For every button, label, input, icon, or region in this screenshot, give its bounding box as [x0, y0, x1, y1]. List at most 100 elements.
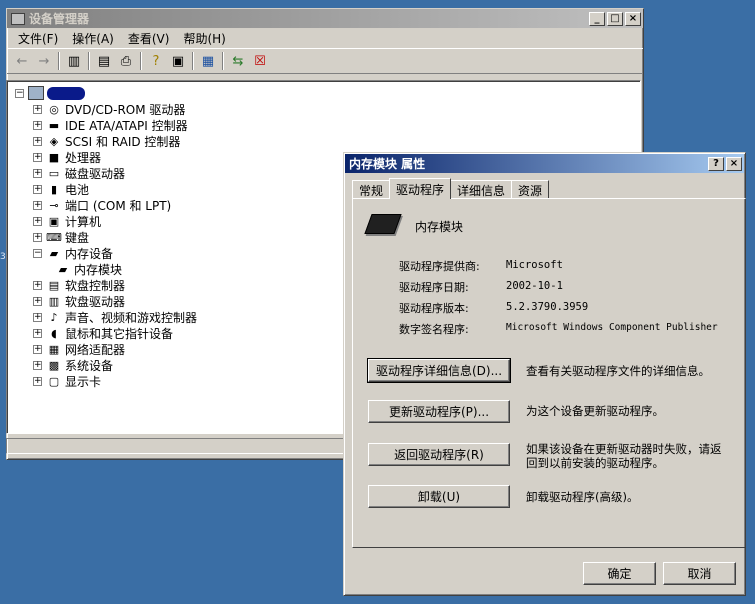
minimize-button[interactable]: _	[589, 11, 605, 26]
menu-action[interactable]: 操作(A)	[65, 30, 121, 47]
tree-item[interactable]: + ◈ SCSI 和 RAID 控制器	[33, 133, 180, 149]
uninstall-desc: 卸载驱动程序(高级)。	[526, 490, 639, 504]
tab-driver[interactable]: 驱动程序	[389, 178, 452, 199]
toolbar-separator	[58, 52, 60, 70]
console-tree-icon[interactable]: ▥	[63, 51, 85, 71]
tree-item-label: 软盘控制器	[65, 278, 126, 293]
expand-icon[interactable]: +	[33, 296, 42, 306]
dialog-close-button[interactable]: ×	[726, 156, 742, 171]
date-label: 驱动程序日期:	[399, 281, 469, 294]
tree-item-label: DVD/CD-ROM 驱动器	[65, 102, 186, 117]
tree-item[interactable]: + ▩ 系统设备	[33, 357, 113, 373]
expand-icon[interactable]: +	[33, 232, 42, 242]
tree-item[interactable]: − ▰ 内存设备	[33, 245, 113, 261]
tree-item-label: 鼠标和其它指针设备	[65, 326, 174, 341]
tree-item[interactable]: + ⊸ 端口 (COM 和 LPT)	[33, 197, 171, 213]
help-icon[interactable]: ?	[145, 51, 167, 71]
expand-icon[interactable]: +	[33, 360, 42, 370]
menu-help[interactable]: 帮助(H)	[176, 30, 232, 47]
expand-icon[interactable]: +	[33, 136, 42, 146]
sound-icon: ♪	[50, 310, 58, 324]
update-driver-desc: 为这个设备更新驱动程序。	[526, 404, 664, 418]
signer-label: 数字签名程序:	[399, 323, 469, 336]
tree-item-label: SCSI 和 RAID 控制器	[65, 134, 181, 149]
tree-item-label: 网络适配器	[65, 342, 126, 357]
menubar: 文件(F) 操作(A) 查看(V) 帮助(H)	[7, 28, 643, 48]
tree-item[interactable]: + ▤ 软盘控制器	[33, 277, 125, 293]
expand-icon[interactable]: +	[33, 376, 42, 386]
print-icon[interactable]: ⎙	[115, 51, 137, 71]
view-icon[interactable]: ▣	[167, 51, 189, 71]
tree-item-label: 系统设备	[65, 358, 114, 373]
provider-label: 驱动程序提供商:	[399, 260, 480, 273]
tree-item-label: 端口 (COM 和 LPT)	[65, 198, 172, 213]
tree-item[interactable]: + ◖ 鼠标和其它指针设备	[33, 325, 173, 341]
dialog-title: 内存模块 属性	[349, 157, 426, 171]
tree-item[interactable]: + ♪ 声音、视频和游戏控制器	[33, 309, 197, 325]
ok-button[interactable]: 确定	[583, 562, 656, 585]
tree-item[interactable]: + ■ 处理器	[33, 149, 101, 165]
tree-root[interactable]: −	[15, 85, 85, 101]
expand-icon[interactable]: +	[33, 120, 42, 130]
expand-icon[interactable]: +	[33, 280, 42, 290]
computer-root-icon	[28, 86, 44, 100]
tab-resources[interactable]: 资源	[511, 180, 550, 199]
expand-icon[interactable]: +	[33, 216, 42, 226]
scan-hardware-icon[interactable]: ▦	[197, 51, 219, 71]
tree-item[interactable]: + ▢ 显示卡	[33, 373, 101, 389]
help-button[interactable]: ?	[708, 156, 724, 171]
properties-icon[interactable]: ▤	[93, 51, 115, 71]
toolbar-separator	[88, 52, 90, 70]
tree-item[interactable]: + ▭ 磁盘驱动器	[33, 165, 125, 181]
tree-item[interactable]: + ▣ 计算机	[33, 213, 101, 229]
expand-icon[interactable]: +	[33, 344, 42, 354]
menu-file[interactable]: 文件(F)	[11, 30, 65, 47]
tree-item[interactable]: + ◎ DVD/CD-ROM 驱动器	[33, 101, 185, 117]
tree-item-label: 处理器	[65, 150, 102, 165]
expand-icon[interactable]: +	[33, 168, 42, 178]
network-icon: ▦	[48, 342, 60, 356]
forward-arrow-icon[interactable]: →	[33, 51, 55, 71]
menu-view[interactable]: 查看(V)	[121, 30, 177, 47]
cdrom-icon: ◎	[49, 102, 59, 116]
expand-icon[interactable]: +	[33, 184, 42, 194]
tab-details[interactable]: 详细信息	[450, 180, 513, 199]
expand-icon[interactable]: +	[33, 312, 42, 322]
window-title: 设备管理器	[29, 12, 90, 26]
tab-general[interactable]: 常规	[352, 180, 391, 199]
rollback-driver-button[interactable]: 返回驱动程序(R)	[368, 443, 510, 466]
expand-icon[interactable]: +	[33, 104, 42, 114]
cancel-button[interactable]: 取消	[663, 562, 736, 585]
tree-item-label: 内存设备	[65, 246, 114, 261]
floppy-icon: ▥	[48, 294, 60, 308]
provider-value: Microsoft	[506, 259, 563, 271]
tree-item[interactable]: + ▦ 网络适配器	[33, 341, 125, 357]
tab-strip: 常规 驱动程序 详细信息 资源	[352, 178, 550, 199]
update-driver-icon[interactable]: ⇆	[227, 51, 249, 71]
tree-item[interactable]: + ▮ 电池	[33, 181, 89, 197]
dialog-titlebar[interactable]: 内存模块 属性 ? ×	[345, 154, 744, 173]
tree-item-label: 软盘驱动器	[65, 294, 126, 309]
update-driver-button[interactable]: 更新驱动程序(P)...	[368, 400, 510, 423]
system-icon: ▩	[48, 358, 60, 372]
tree-item[interactable]: + ⌨ 键盘	[33, 229, 89, 245]
uninstall-icon[interactable]: ☒	[249, 51, 271, 71]
collapse-icon[interactable]: −	[15, 88, 24, 98]
collapse-icon[interactable]: −	[33, 248, 42, 258]
close-button[interactable]: ×	[625, 11, 641, 26]
tree-item[interactable]: + ▬ IDE ATA/ATAPI 控制器	[33, 117, 188, 133]
rollback-driver-desc: 如果该设备在更新驱动器时失败，请返回到以前安装的驱动程序。	[526, 442, 722, 470]
tree-item[interactable]: + ▥ 软盘驱动器	[33, 293, 125, 309]
uninstall-button[interactable]: 卸载(U)	[368, 485, 510, 508]
driver-details-desc: 查看有关驱动程序文件的详细信息。	[526, 364, 710, 378]
expand-icon[interactable]: +	[33, 152, 42, 162]
maximize-button[interactable]: □	[607, 11, 623, 26]
expand-icon[interactable]: +	[33, 200, 42, 210]
device-manager-titlebar[interactable]: 设备管理器 _ □ ×	[7, 9, 643, 28]
driver-details-button[interactable]: 驱动程序详细信息(D)...	[367, 358, 511, 383]
mouse-icon: ◖	[51, 326, 57, 340]
expand-icon[interactable]: +	[33, 328, 42, 338]
back-arrow-icon[interactable]: ←	[11, 51, 33, 71]
toolbar: ← → ▥ ▤ ⎙ ? ▣ ▦ ⇆ ☒	[7, 48, 643, 74]
tree-child-item[interactable]: ▰ 内存模块	[55, 261, 122, 277]
